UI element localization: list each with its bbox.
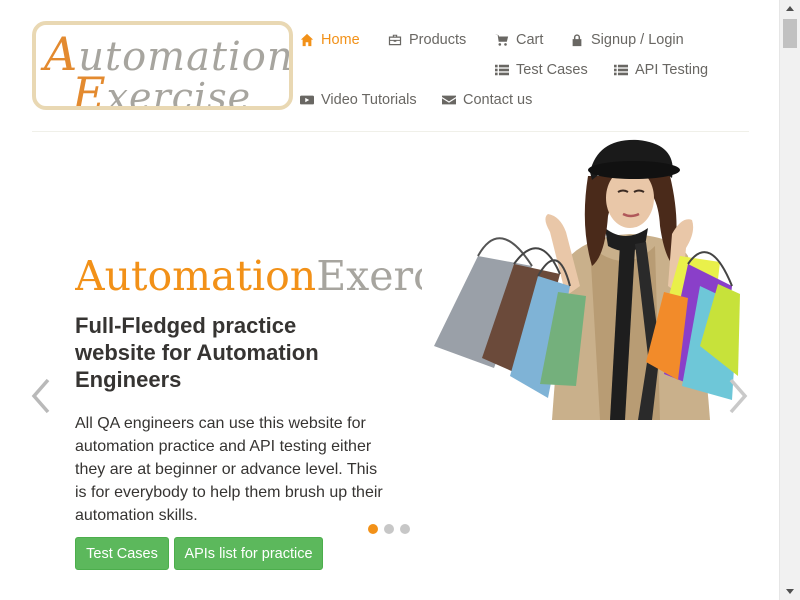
nav-test-cases[interactable]: Test Cases [495,60,588,80]
nav-test-cases-label: Test Cases [516,62,588,78]
header-divider [32,131,749,132]
list-icon [495,64,509,76]
carousel-dot-2[interactable] [384,524,394,534]
chevron-left-icon [31,378,50,414]
nav-cart-label: Cart [516,32,544,48]
list-icon [614,64,628,76]
nav-api-testing-label: API Testing [635,62,709,78]
nav-video-tutorials[interactable]: Video Tutorials [300,90,417,110]
apis-list-button[interactable]: APIs list for practice [174,537,323,570]
chevron-right-icon [729,378,748,414]
hero-image [434,139,740,420]
cart-icon [495,34,509,46]
nav-api-testing[interactable]: API Testing [614,60,708,80]
site-logo[interactable]: Automation Exercise [32,21,293,110]
slide-title-part2: Exercise [316,252,422,300]
nav-signup-login-label: Signup / Login [591,32,684,48]
slide-heading: Full-Fledged practice website for Automa… [75,313,319,392]
nav-home-label: Home [321,32,360,48]
carousel-indicators [368,524,410,534]
carousel-dot-3[interactable] [400,524,410,534]
youtube-icon [300,95,314,105]
home-icon [300,33,314,47]
envelope-icon [442,95,456,105]
carousel-next-button[interactable] [727,378,749,414]
slide-title: AutomationExercise [75,252,422,300]
vertical-scrollbar[interactable] [779,0,800,600]
scroll-thumb[interactable] [783,19,797,48]
nav-products[interactable]: Products [388,30,466,50]
nav-contact-us-label: Contact us [463,92,533,108]
nav-cart[interactable]: Cart [495,30,543,50]
nav-signup-login[interactable]: Signup / Login [570,30,684,50]
logo-line-2: Exercise [72,67,252,110]
logo-cap-e: E [72,67,107,110]
nav-contact-us[interactable]: Contact us [442,90,532,110]
logo-rest-2: xercise [106,75,252,110]
briefcase-icon [388,34,402,46]
nav-home[interactable]: Home [300,30,360,50]
triangle-up-icon [786,6,794,11]
test-cases-button[interactable]: Test Cases [75,537,169,570]
slide-title-part1: Automation [75,252,317,300]
scroll-down-button[interactable] [780,583,800,600]
carousel-dot-1[interactable] [368,524,378,534]
carousel-prev-button[interactable] [30,378,52,414]
nav-products-label: Products [409,32,467,48]
nav-video-tutorials-label: Video Tutorials [321,92,417,108]
lock-icon [572,34,582,47]
slide-description: All QA engineers can use this website fo… [75,415,383,524]
triangle-down-icon [786,589,794,594]
scroll-up-button[interactable] [780,0,800,17]
main-nav: Home Products Cart Signup / Login Test C… [296,24,756,124]
